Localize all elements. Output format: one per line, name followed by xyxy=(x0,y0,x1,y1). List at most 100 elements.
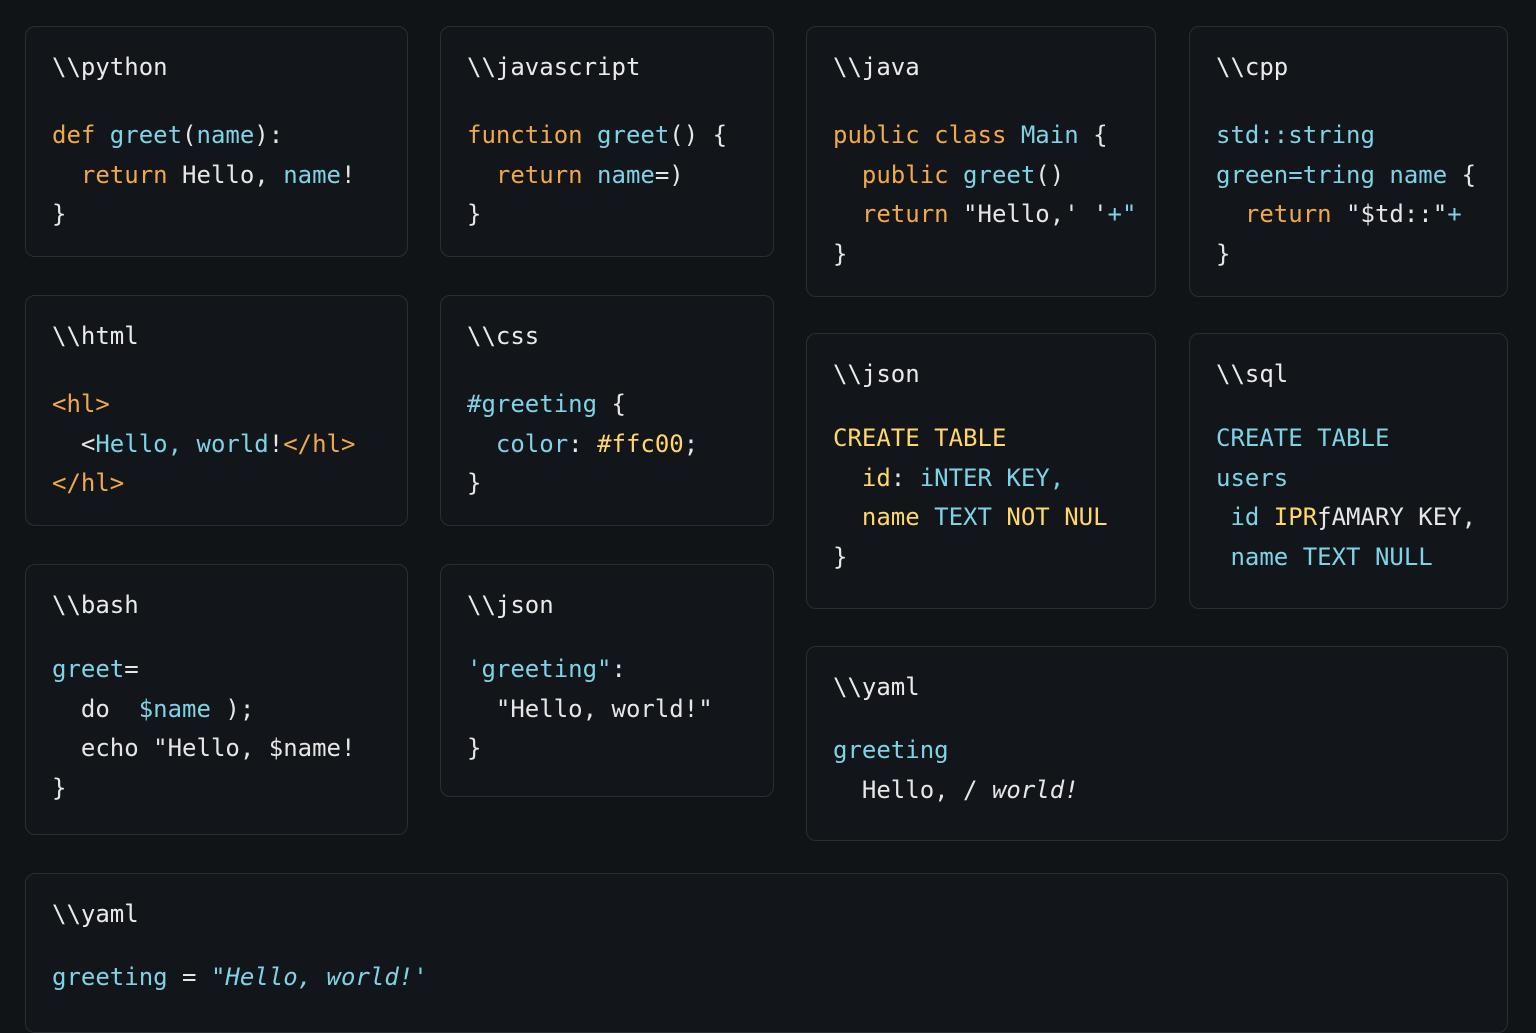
code-token: } xyxy=(467,469,482,497)
code-token: TEXT xyxy=(934,503,1007,531)
code-card-sql: \\sql CREATE TABLE users id IPRƒAMARY KEY… xyxy=(1189,333,1508,609)
code-snippet: greeting = "Hello, world!' xyxy=(52,958,428,998)
code-line: name TEXT NOT NUL xyxy=(833,498,1108,538)
code-token: greet xyxy=(109,121,183,149)
code-line: } xyxy=(52,769,355,809)
code-line: } xyxy=(1216,235,1476,275)
code-snippet: CREATE TABLE users id IPRƒAMARY KEY, name… xyxy=(1216,419,1476,577)
code-line: echo "Hello, $name! xyxy=(52,729,356,769)
card-language-label: \\json xyxy=(833,360,920,388)
code-token: greeting xyxy=(52,963,183,991)
code-token: ; xyxy=(683,429,699,458)
code-line: return "Hello,' '+" xyxy=(833,195,1137,235)
code-line: id: iNTER KEY, xyxy=(833,459,1108,499)
code-token: return xyxy=(467,160,598,189)
code-line: users xyxy=(1216,459,1476,499)
code-token: name xyxy=(1216,542,1303,571)
code-snippet: CREATE TABLE id: iNTER KEY, name TEXT NO… xyxy=(833,419,1108,577)
code-token: color xyxy=(467,429,569,458)
code-token: echo "Hello, $name! xyxy=(52,734,356,762)
code-token: #greeting xyxy=(467,390,612,418)
code-snippet: #greeting { color: #ffc00;} xyxy=(467,385,698,504)
code-token: ): xyxy=(254,121,284,149)
code-token: CREATE TABLE xyxy=(833,424,1007,452)
code-token: Hello, xyxy=(182,160,284,189)
code-card-json: \\json CREATE TABLE id: iNTER KEY, name … xyxy=(806,333,1156,609)
code-line: public class Main { xyxy=(833,116,1136,156)
code-token: { xyxy=(611,390,626,418)
code-token: () xyxy=(1035,160,1065,189)
code-token: public xyxy=(833,160,964,189)
code-card-css: \\css #greeting { color: #ffc00;} xyxy=(440,295,774,526)
code-line: return name=) xyxy=(467,156,727,196)
code-line: Hello, / world! xyxy=(833,771,1079,811)
code-line: } xyxy=(833,538,1108,578)
code-line: public greet() xyxy=(833,156,1136,196)
code-line: CREATE TABLE xyxy=(1216,419,1476,459)
code-token: greeting xyxy=(833,736,949,764)
code-token: TEXT NULL xyxy=(1302,542,1433,571)
code-line: } xyxy=(52,195,355,235)
code-token: name xyxy=(833,503,935,531)
code-token: =) xyxy=(654,160,684,189)
card-language-label: \\javascript xyxy=(467,53,641,81)
code-line: do $name ); xyxy=(52,690,355,730)
code-token: return xyxy=(833,200,964,228)
code-token: : xyxy=(568,429,598,458)
code-line: id IPRƒAMARY KEY, xyxy=(1216,498,1476,538)
code-token: name xyxy=(283,160,341,189)
code-card-yaml-2: \\yaml greeting = "Hello, world!' xyxy=(25,873,1508,1033)
code-token: : xyxy=(611,655,626,683)
code-token: iNTER KEY, xyxy=(919,463,1065,492)
code-line: def greet(name): xyxy=(52,116,355,156)
code-token: greet xyxy=(52,655,125,683)
code-snippet: function greet() { return name=)} xyxy=(467,116,727,235)
code-snippet: greet= do $name ); echo "Hello, $name!} xyxy=(52,650,355,808)
code-token: #ffc00 xyxy=(597,429,684,458)
card-language-label: \\sql xyxy=(1216,360,1289,388)
code-token: id xyxy=(833,463,891,492)
code-line: greet= xyxy=(52,650,355,690)
code-token: { xyxy=(1461,160,1477,189)
code-token: Hello, world xyxy=(95,429,269,458)
code-snippet: 'greeting": "Hello, world!"} xyxy=(467,650,713,769)
code-line: return "$td::"+ xyxy=(1216,195,1476,235)
code-snippet: greeting Hello, / world! xyxy=(833,731,1079,810)
code-token: } xyxy=(467,200,482,228)
code-token: } xyxy=(833,239,848,268)
card-language-label: \\cpp xyxy=(1216,53,1289,81)
code-token: do xyxy=(52,694,139,723)
code-snippet: <hl> <Hello, world!</hl> </hl> xyxy=(52,385,355,504)
code-token: return xyxy=(52,160,183,189)
code-token: greet xyxy=(597,121,670,149)
code-line: green=tring name { xyxy=(1216,156,1476,196)
code-card-java: \\java public class Main { public greet(… xyxy=(806,26,1156,297)
code-token: "$td::" xyxy=(1346,200,1448,228)
code-token: () { xyxy=(669,121,728,149)
code-token: } xyxy=(1216,239,1231,268)
code-token: } xyxy=(467,734,482,762)
code-token: ! xyxy=(341,160,356,189)
code-token: "Hello,' ' xyxy=(963,200,1108,228)
code-token: ! xyxy=(268,429,284,458)
code-line: #greeting { xyxy=(467,385,698,425)
card-language-label: \\html xyxy=(52,322,139,350)
code-token: world! xyxy=(991,775,1079,804)
code-card-bash: \\bash greet= do $name ); echo "Hello, $… xyxy=(25,564,408,835)
code-token: = xyxy=(182,963,211,991)
code-token: / xyxy=(963,775,992,804)
code-token: ( xyxy=(182,121,197,149)
code-token: greet xyxy=(963,160,1036,189)
code-snippet: public class Main { public greet() retur… xyxy=(833,116,1136,274)
code-line: "Hello, world!" xyxy=(467,690,713,730)
code-line: return Hello, name! xyxy=(52,156,356,196)
card-language-label: \\java xyxy=(833,53,920,81)
code-token: </hl> xyxy=(283,429,356,458)
code-line: name TEXT NULL xyxy=(1216,538,1476,578)
card-language-label: \\python xyxy=(52,53,168,81)
code-token: = xyxy=(124,655,139,683)
code-token: NOT NUL xyxy=(1006,503,1108,531)
code-line: CREATE TABLE xyxy=(833,419,1108,459)
code-token: return xyxy=(1216,200,1347,228)
code-line: } xyxy=(833,235,1136,275)
